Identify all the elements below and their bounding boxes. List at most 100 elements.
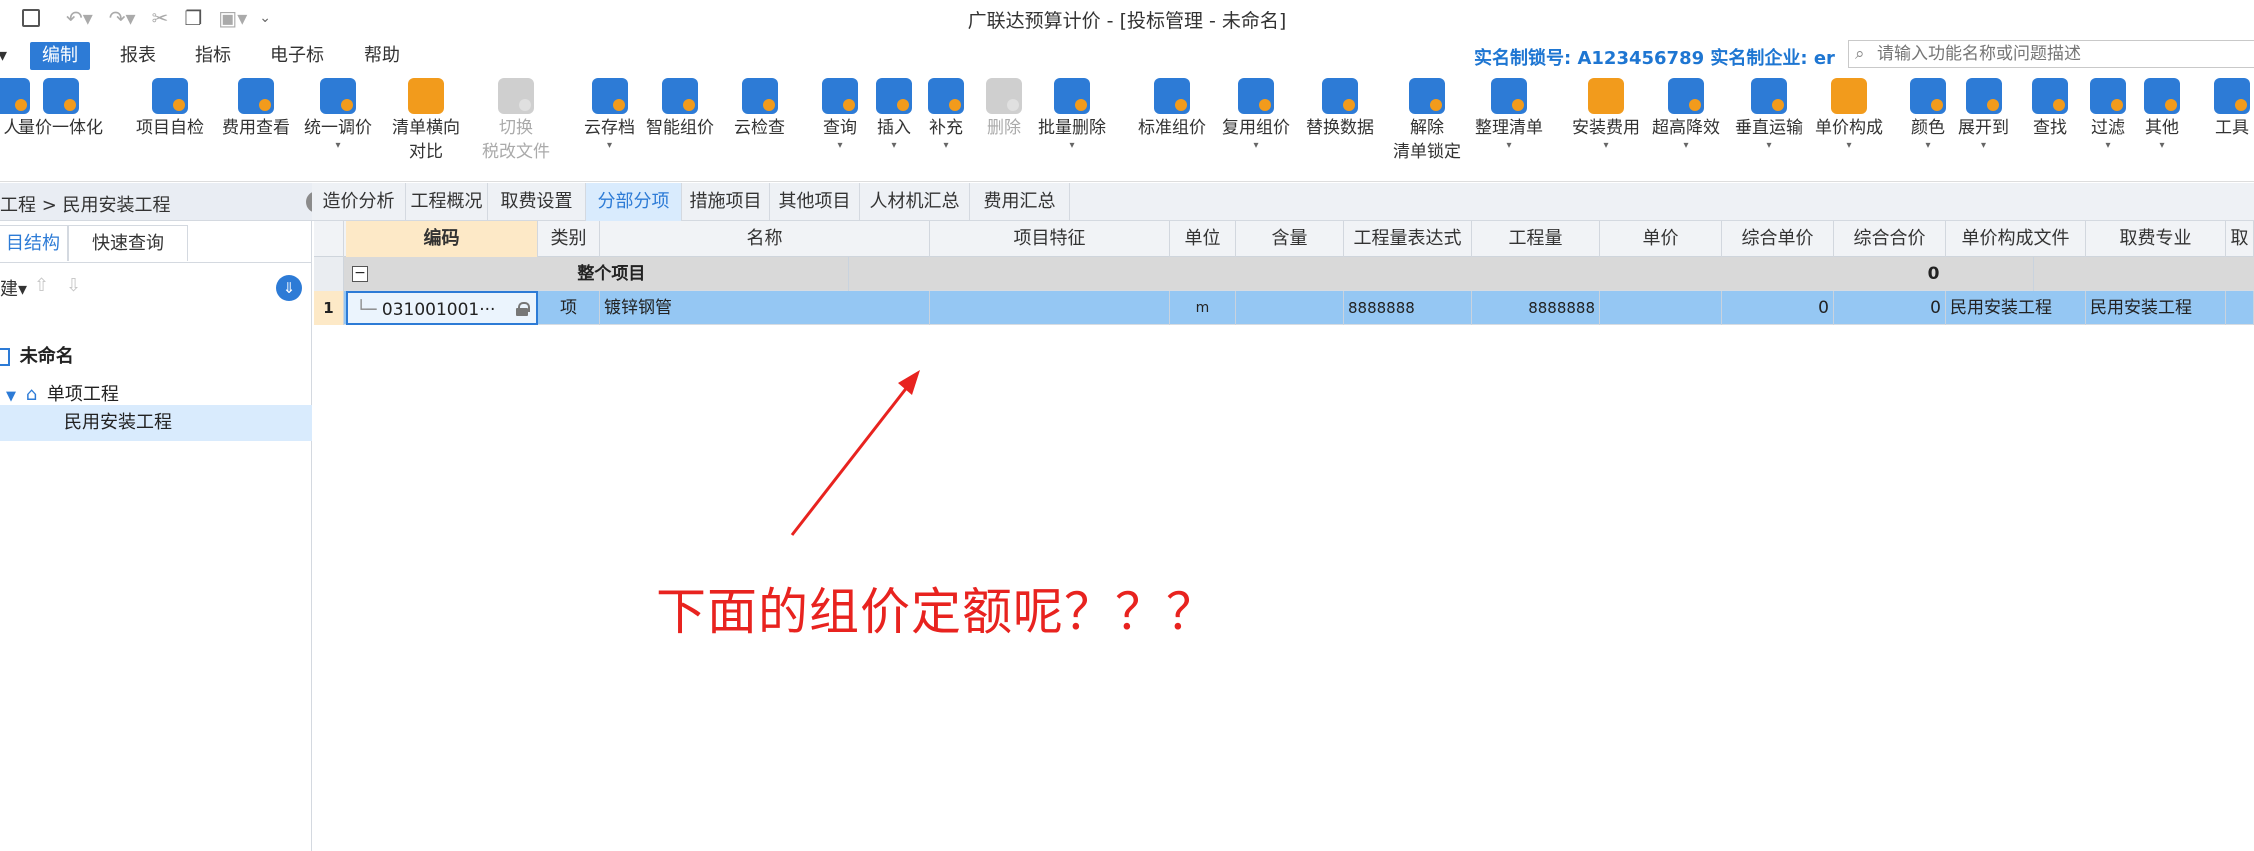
menu-overflow[interactable]: ▾ bbox=[0, 42, 19, 70]
fee-type-cell[interactable]: 民用安装工程 bbox=[2086, 291, 2226, 325]
feature-cell[interactable] bbox=[930, 291, 1170, 325]
tab-4[interactable]: 措施项目 bbox=[682, 183, 770, 221]
menu-e-bid[interactable]: 电子标 bbox=[258, 42, 336, 70]
ribbon-button-19[interactable]: 整理清单 ▾ bbox=[1475, 78, 1543, 152]
ribbon-button-27[interactable]: 过滤 ▾ bbox=[2090, 78, 2126, 152]
column-header-5[interactable]: 含量 bbox=[1236, 221, 1344, 257]
column-header-2[interactable]: 名称 bbox=[600, 221, 930, 257]
tab-3[interactable]: 分部分项 bbox=[586, 183, 682, 221]
dropdown-caret-icon[interactable]: ▾ bbox=[928, 140, 964, 152]
dropdown-caret-icon[interactable]: ▾ bbox=[1815, 140, 1883, 152]
column-header-10[interactable]: 综合合价 bbox=[1834, 221, 1946, 257]
dropdown-caret-icon[interactable]: ▾ bbox=[2144, 140, 2180, 152]
type-cell[interactable]: 项 bbox=[538, 291, 600, 325]
ribbon-button-28[interactable]: 其他 ▾ bbox=[2144, 78, 2180, 152]
column-header-11[interactable]: 单价构成文件 bbox=[1946, 221, 2086, 257]
ribbon-button-16[interactable]: 复用组价 ▾ bbox=[1222, 78, 1290, 152]
tab-project-structure[interactable]: 目结构 bbox=[0, 225, 68, 261]
column-header-8[interactable]: 单价 bbox=[1600, 221, 1722, 257]
column-header-3[interactable]: 项目特征 bbox=[930, 221, 1170, 257]
dropdown-caret-icon[interactable]: ▾ bbox=[1735, 140, 1803, 152]
collapse-icon[interactable]: − bbox=[352, 266, 368, 282]
tab-0[interactable]: 造价分析 bbox=[312, 183, 406, 221]
column-header-4[interactable]: 单位 bbox=[1170, 221, 1236, 257]
dropdown-caret-icon[interactable]: ▾ bbox=[304, 140, 372, 152]
ribbon-button-9[interactable]: 云检查 bbox=[734, 78, 785, 140]
ribbon-button-18[interactable]: 解除 清单锁定 bbox=[1393, 78, 1461, 164]
ribbon-button-5[interactable]: 清单横向 对比 bbox=[392, 78, 460, 164]
expr-cell[interactable]: 8888888 bbox=[1344, 291, 1472, 325]
ribbon-button-8[interactable]: 智能组价 bbox=[646, 78, 714, 140]
ribbon-button-13[interactable]: 删除 bbox=[986, 78, 1022, 140]
code-cell[interactable]: └─ 031001001··· bbox=[346, 291, 538, 325]
menu-index[interactable]: 指标 bbox=[183, 42, 243, 70]
column-header-9[interactable]: 综合单价 bbox=[1722, 221, 1834, 257]
column-header-13[interactable]: 取 bbox=[2226, 221, 2254, 257]
tab-1[interactable]: 工程概况 bbox=[406, 183, 488, 221]
unit-price-cell[interactable]: 0 bbox=[1722, 291, 1834, 325]
table-row[interactable]: 1 └─ 031001001··· 项 镀锌钢管 m 8888888 88888… bbox=[314, 291, 2254, 325]
menu-help[interactable]: 帮助 bbox=[352, 42, 412, 70]
ribbon-button-14[interactable]: 批量删除 ▾ bbox=[1038, 78, 1106, 152]
ribbon-button-23[interactable]: 单价构成 ▾ bbox=[1815, 78, 1883, 152]
download-icon[interactable]: ⇓ bbox=[276, 275, 302, 301]
dropdown-caret-icon[interactable]: ▾ bbox=[1038, 140, 1106, 152]
dropdown-caret-icon[interactable]: ▾ bbox=[1475, 140, 1543, 152]
column-header-12[interactable]: 取费专业 bbox=[2086, 221, 2226, 257]
tab-2[interactable]: 取费设置 bbox=[488, 183, 586, 221]
move-down-icon[interactable]: ⇩ bbox=[66, 275, 81, 296]
dropdown-caret-icon[interactable]: ▾ bbox=[876, 140, 912, 152]
ribbon-button-11[interactable]: 插入 ▾ bbox=[876, 78, 912, 152]
ribbon-button-6[interactable]: 切换 税改文件 bbox=[482, 78, 550, 164]
dropdown-caret-icon[interactable]: ▾ bbox=[584, 140, 635, 152]
move-up-icon[interactable]: ⇧ bbox=[34, 275, 49, 296]
column-header-7[interactable]: 工程量 bbox=[1472, 221, 1600, 257]
total-price-cell[interactable]: 0 bbox=[1834, 291, 1946, 325]
unit-cell[interactable]: m bbox=[1170, 291, 1236, 325]
dropdown-caret-icon[interactable]: ▾ bbox=[822, 140, 858, 152]
grid-row-total[interactable]: − 整个项目 0 bbox=[314, 257, 2254, 291]
column-header-0[interactable]: 编码 bbox=[346, 221, 538, 257]
ribbon-button-10[interactable]: 查询 ▾ bbox=[822, 78, 858, 152]
ribbon-button-21[interactable]: 超高降效 ▾ bbox=[1652, 78, 1720, 152]
dropdown-caret-icon[interactable]: ▾ bbox=[2090, 140, 2126, 152]
menu-report[interactable]: 报表 bbox=[108, 42, 168, 70]
extra-cell[interactable] bbox=[2226, 291, 2254, 325]
ribbon-button-12[interactable]: 补充 ▾ bbox=[928, 78, 964, 152]
dropdown-caret-icon[interactable]: ▾ bbox=[1222, 140, 1290, 152]
dropdown-caret-icon[interactable]: ▾ bbox=[1910, 140, 1946, 152]
ribbon-button-15[interactable]: 标准组价 bbox=[1138, 78, 1206, 140]
function-search-box[interactable]: ⌕ bbox=[1848, 40, 2254, 68]
price-cell[interactable] bbox=[1600, 291, 1722, 325]
ribbon-button-29[interactable]: 工具 bbox=[2214, 78, 2250, 140]
price-file-cell[interactable]: 民用安装工程 bbox=[1946, 291, 2086, 325]
expand-icon[interactable]: ▼ bbox=[6, 389, 16, 404]
tab-quick-query[interactable]: 快速查询 bbox=[68, 225, 188, 261]
tree-item-project[interactable]: 未命名 bbox=[0, 339, 312, 375]
content-cell[interactable] bbox=[1236, 291, 1344, 325]
qty-cell[interactable]: 8888888 bbox=[1472, 291, 1600, 325]
ribbon-button-4[interactable]: 统一调价 ▾ bbox=[304, 78, 372, 152]
column-header-6[interactable]: 工程量表达式 bbox=[1344, 221, 1472, 257]
ribbon-button-3[interactable]: 费用查看 bbox=[222, 78, 290, 140]
dropdown-caret-icon[interactable]: ▾ bbox=[1958, 140, 2009, 152]
ribbon-button-2[interactable]: 项目自检 bbox=[136, 78, 204, 140]
search-input[interactable] bbox=[1877, 43, 2254, 65]
ribbon-button-22[interactable]: 垂直运输 ▾ bbox=[1735, 78, 1803, 152]
name-cell[interactable]: 镀锌钢管 bbox=[600, 291, 930, 325]
column-header-1[interactable]: 类别 bbox=[538, 221, 600, 257]
ribbon-button-20[interactable]: 安装费用 ▾ bbox=[1572, 78, 1640, 152]
ribbon-button-7[interactable]: 云存档 ▾ bbox=[584, 78, 635, 152]
tab-7[interactable]: 费用汇总 bbox=[970, 183, 1070, 221]
grid-corner[interactable] bbox=[314, 221, 344, 257]
tab-6[interactable]: 人材机汇总 bbox=[860, 183, 970, 221]
dropdown-caret-icon[interactable]: ▾ bbox=[1572, 140, 1640, 152]
dropdown-caret-icon[interactable]: ▾ bbox=[1652, 140, 1720, 152]
ribbon-button-25[interactable]: 展开到 ▾ bbox=[1958, 78, 2009, 152]
new-menu[interactable]: 建▾ bbox=[0, 275, 27, 301]
ribbon-button-1[interactable]: 量价一体化 bbox=[18, 78, 103, 140]
tree-item-civil-install[interactable]: 民用安装工程 bbox=[0, 405, 312, 441]
ribbon-button-17[interactable]: 替换数据 bbox=[1306, 78, 1374, 140]
menu-edit[interactable]: 编制 bbox=[30, 42, 90, 70]
tab-5[interactable]: 其他项目 bbox=[770, 183, 860, 221]
